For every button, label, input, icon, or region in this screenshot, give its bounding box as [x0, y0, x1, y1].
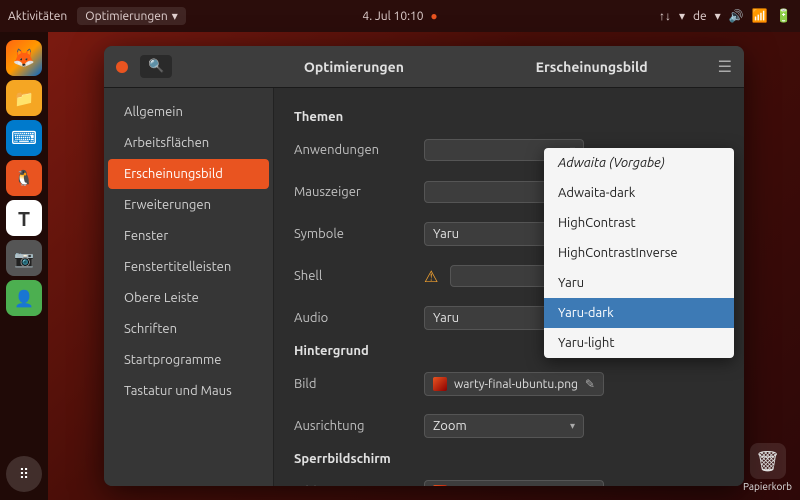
- activities-label[interactable]: Aktivitäten: [8, 10, 67, 23]
- datetime-dot: ●: [430, 10, 437, 23]
- trash-icon[interactable]: 🗑: [750, 443, 786, 479]
- sidebar-item-fenster[interactable]: Fenster: [108, 221, 269, 251]
- popup-item-yaru-dark[interactable]: Yaru-dark: [544, 298, 734, 328]
- section-themen: Themen: [294, 110, 724, 124]
- dock-icon-contact[interactable]: 👤: [6, 280, 42, 316]
- sidebar-item-startprogramme[interactable]: Startprogramme: [108, 345, 269, 375]
- battery-icon: 🔋: [776, 9, 792, 24]
- file-control-hintergrund[interactable]: warty-final-ubuntu.png ✎: [424, 372, 604, 396]
- dropdown-hintergrund-ausrichtung-value: Zoom: [433, 419, 467, 433]
- section-sperrbildschirm: Sperrbildschirm: [294, 452, 724, 466]
- dock-icon-vscode[interactable]: ⌨: [6, 120, 42, 156]
- sidebar-item-arbeitsflaechen[interactable]: Arbeitsflächen: [108, 128, 269, 158]
- label-symbole: Symbole: [294, 227, 424, 241]
- popup-item-yaru-light[interactable]: Yaru-light: [544, 328, 734, 358]
- trash-label: Papierkorb: [743, 481, 792, 492]
- window-header: 🔍 Optimierungen Erscheinungsbild ☰: [104, 46, 744, 88]
- popup-item-highcontrast[interactable]: HighContrast: [544, 208, 734, 238]
- row-hintergrund-bild: Bild warty-final-ubuntu.png ✎: [294, 368, 724, 400]
- dock-icon-firefox[interactable]: 🦊: [6, 40, 42, 76]
- indicator-arrow: ▾: [679, 9, 685, 23]
- app-menu[interactable]: Optimierungen ▾: [77, 7, 186, 25]
- row-hintergrund-ausrichtung: Ausrichtung Zoom ▾: [294, 410, 724, 442]
- file-value-sperr: warty-final-ubuntu.png: [454, 486, 578, 487]
- popup-item-yaru[interactable]: Yaru: [544, 268, 734, 298]
- popup-item-highcontrast-inverse[interactable]: HighContrastInverse: [544, 238, 734, 268]
- popup-item-adwaita-dark[interactable]: Adwaita-dark: [544, 178, 734, 208]
- window-title: Optimierungen: [182, 59, 525, 75]
- main-area: 🗑 Papierkorb 🔍 Optimierungen Erscheinung…: [48, 32, 800, 500]
- file-action-icon-sperr: ✎: [585, 485, 595, 486]
- dock-bottom: ⠿: [6, 456, 42, 492]
- dock-icon-text[interactable]: T: [6, 200, 42, 236]
- lang-arrow: ▾: [715, 9, 721, 23]
- sidebar-item-fenstertitelleisten[interactable]: Fenstertitelleisten: [108, 252, 269, 282]
- window: 🔍 Optimierungen Erscheinungsbild ☰ Allge…: [104, 46, 744, 486]
- dropdown-audio-value: Yaru: [433, 311, 459, 325]
- content-panel: Themen Anwendungen ▾ Mauszeiger: [274, 88, 744, 486]
- lang-label[interactable]: de: [693, 10, 707, 23]
- sidebar-item-schriften[interactable]: Schriften: [108, 314, 269, 344]
- sidebar-item-tastatur-maus[interactable]: Tastatur und Maus: [108, 376, 269, 406]
- popup-item-adwaita[interactable]: Adwaita (Vorgabe): [544, 148, 734, 178]
- sidebar-item-obere-leiste[interactable]: Obere Leiste: [108, 283, 269, 313]
- row-sperr-bild: Bild warty-final-ubuntu.png ✎: [294, 476, 724, 486]
- dropdown-popup-themes: Adwaita (Vorgabe) Adwaita-dark HighContr…: [544, 148, 734, 358]
- control-hintergrund-ausrichtung: Zoom ▾: [424, 414, 724, 438]
- file-img-icon-sperr: [433, 485, 447, 486]
- show-apps-button[interactable]: ⠿: [6, 456, 42, 492]
- control-hintergrund-bild: warty-final-ubuntu.png ✎: [424, 372, 724, 396]
- app-menu-label: Optimierungen: [85, 10, 168, 23]
- dock-icon-screenshot[interactable]: 📷: [6, 240, 42, 276]
- label-audio: Audio: [294, 311, 424, 325]
- topbar: Aktivitäten Optimierungen ▾ 4. Jul 10:10…: [0, 0, 800, 32]
- label-mauszeiger: Mauszeiger: [294, 185, 424, 199]
- file-value-hintergrund: warty-final-ubuntu.png: [454, 378, 578, 391]
- label-shell: Shell: [294, 269, 424, 283]
- network-icon: 📶: [752, 9, 768, 24]
- shell-warning-icon: ⚠: [424, 267, 438, 286]
- file-img-icon-hintergrund: [433, 377, 447, 391]
- topbar-left: Aktivitäten Optimierungen ▾: [8, 7, 186, 25]
- cursor-icon: ↑↓: [659, 9, 671, 23]
- sidebar-item-allgemein[interactable]: Allgemein: [108, 97, 269, 127]
- label-anwendungen: Anwendungen: [294, 143, 424, 157]
- window-section-title: Erscheinungsbild: [536, 59, 648, 75]
- volume-icon[interactable]: 🔊: [729, 9, 744, 23]
- dropdown-hintergrund-ausrichtung[interactable]: Zoom ▾: [424, 414, 584, 438]
- dock: 🦊 📁 ⌨ 🐧 T 📷 👤 ⠿: [0, 32, 48, 500]
- file-action-icon-hintergrund: ✎: [585, 377, 595, 391]
- trash-area: 🗑 Papierkorb: [743, 443, 792, 492]
- window-close-button[interactable]: [116, 61, 128, 73]
- topbar-datetime[interactable]: 4. Jul 10:10 ●: [362, 9, 437, 23]
- hamburger-button[interactable]: ☰: [718, 57, 732, 77]
- window-body: Allgemein Arbeitsflächen Erscheinungsbil…: [104, 88, 744, 486]
- label-hintergrund-bild: Bild: [294, 377, 424, 391]
- sidebar-item-erscheinungsbild[interactable]: Erscheinungsbild: [108, 159, 269, 189]
- sidebar-nav: Allgemein Arbeitsflächen Erscheinungsbil…: [104, 88, 274, 486]
- dropdown-hintergrund-ausrichtung-arrow: ▾: [570, 420, 575, 432]
- dock-icon-files[interactable]: 📁: [6, 80, 42, 116]
- label-hintergrund-ausrichtung: Ausrichtung: [294, 419, 424, 433]
- dropdown-symbole-value: Yaru: [433, 227, 459, 241]
- file-control-sperr[interactable]: warty-final-ubuntu.png ✎: [424, 480, 604, 486]
- topbar-right: ↑↓ ▾ de ▾ 🔊 📶 🔋: [659, 9, 792, 24]
- dock-icon-ubuntu[interactable]: 🐧: [6, 160, 42, 196]
- sidebar-item-erweiterungen[interactable]: Erweiterungen: [108, 190, 269, 220]
- search-icon: 🔍: [148, 59, 164, 74]
- search-box[interactable]: 🔍: [140, 55, 172, 78]
- control-sperr-bild: warty-final-ubuntu.png ✎: [424, 480, 724, 486]
- label-sperr-bild: Bild: [294, 485, 424, 486]
- app-menu-chevron: ▾: [172, 9, 178, 23]
- datetime-text: 4. Jul 10:10: [362, 10, 423, 23]
